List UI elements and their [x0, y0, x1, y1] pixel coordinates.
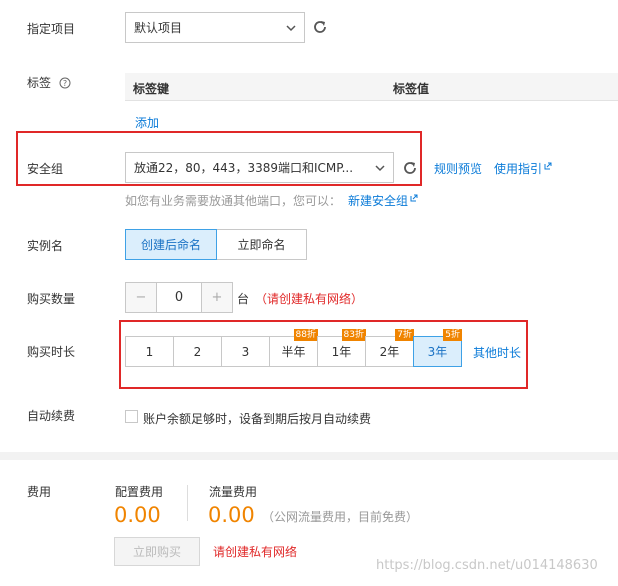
instance-name-label: 实例名: [27, 239, 64, 253]
instance-name-option-now[interactable]: 立即命名: [216, 229, 307, 260]
security-group-hint: 如您有业务需要放通其他端口，您可以：: [125, 194, 342, 208]
duration-option[interactable]: 1: [125, 336, 174, 367]
tags-label-text: 标签: [27, 76, 52, 90]
duration-options: 1 2 3 半年 88折 1年 83折 2年 7折 3年 5折: [125, 329, 462, 367]
duration-option[interactable]: 半年 88折: [269, 329, 318, 367]
quantity-label: 购买数量: [27, 292, 76, 306]
external-link-icon: [544, 162, 552, 170]
duration-option-label: 3年: [427, 345, 448, 359]
tags-label: 标签 ?: [27, 74, 71, 91]
tags-table-header: 标签键 标签值: [125, 73, 618, 101]
add-tag-link[interactable]: 添加: [135, 114, 159, 131]
duration-option[interactable]: 3: [221, 336, 270, 367]
quantity-input[interactable]: 0: [156, 282, 202, 313]
tag-key-header: 标签键: [133, 82, 170, 96]
fee-label: 费用: [27, 485, 52, 499]
rule-preview-link[interactable]: 规则预览: [434, 160, 482, 177]
instance-name-options: 创建后命名 立即命名: [125, 229, 307, 260]
duration-option-label: 3: [241, 344, 250, 359]
auto-renew-label: 自动续费: [27, 409, 76, 423]
other-duration-link[interactable]: 其他时长: [473, 344, 521, 361]
security-group-select[interactable]: 放通22，80，443，3389端口和ICMP...: [125, 152, 394, 183]
quantity-stepper: − 0 +: [125, 282, 233, 313]
discount-badge: 5折: [443, 329, 462, 341]
duration-option-label: 2年: [379, 345, 400, 359]
quantity-warning: （请创建私有网络）: [255, 292, 364, 306]
duration-option[interactable]: 2年 7折: [365, 329, 414, 367]
fee-divider: [187, 485, 188, 521]
duration-option-label: 半年: [281, 345, 306, 359]
discount-badge: 7折: [395, 329, 414, 341]
usage-guide-text: 使用指引: [494, 162, 543, 176]
create-security-group-text: 新建安全组: [348, 194, 409, 208]
auto-renew-checkbox[interactable]: [125, 410, 138, 423]
duration-option-selected[interactable]: 3年 5折: [413, 329, 462, 367]
buy-warning: 请创建私有网络: [213, 545, 298, 559]
config-fee-label: 配置费用: [115, 485, 164, 499]
watermark: https://blog.csdn.net/u014148630: [376, 558, 598, 573]
refresh-icon[interactable]: [312, 19, 328, 35]
external-link-icon: [410, 194, 418, 202]
section-divider: [0, 452, 618, 460]
security-group-label: 安全组: [27, 162, 64, 176]
duration-option-label: 1: [145, 344, 154, 359]
discount-badge: 83折: [341, 329, 366, 341]
project-select[interactable]: 默认项目: [125, 12, 305, 43]
discount-badge: 88折: [293, 329, 318, 341]
quantity-plus-button[interactable]: +: [201, 282, 233, 313]
security-group-select-value: 放通22，80，443，3389端口和ICMP...: [134, 161, 354, 175]
project-label: 指定项目: [27, 22, 76, 36]
config-fee-value: 0.00: [114, 503, 161, 527]
duration-option-label: 2: [193, 344, 202, 359]
traffic-fee-label: 流量费用: [209, 485, 258, 499]
quantity-unit: 台: [237, 292, 250, 306]
usage-guide-link[interactable]: 使用指引: [494, 160, 552, 177]
duration-option-label: 1年: [331, 345, 352, 359]
chevron-down-icon: [286, 24, 296, 31]
traffic-fee-note: （公网流量费用，目前免费）: [262, 510, 419, 524]
auto-renew-text: 账户余额足够时，设备到期后按月自动续费: [143, 412, 372, 426]
buy-now-button[interactable]: 立即购买: [114, 537, 200, 566]
quantity-minus-button[interactable]: −: [125, 282, 157, 313]
traffic-fee-value: 0.00: [208, 503, 255, 527]
help-icon[interactable]: ?: [59, 77, 71, 89]
instance-name-option-after-create[interactable]: 创建后命名: [125, 229, 217, 260]
create-security-group-link[interactable]: 新建安全组: [348, 192, 418, 209]
tag-value-header: 标签值: [393, 82, 430, 96]
chevron-down-icon: [375, 164, 385, 171]
duration-option[interactable]: 2: [173, 336, 222, 367]
svg-text:?: ?: [63, 79, 67, 88]
refresh-icon[interactable]: [402, 160, 418, 176]
duration-label: 购买时长: [27, 345, 76, 359]
duration-option[interactable]: 1年 83折: [317, 329, 366, 367]
project-select-value: 默认项目: [134, 21, 183, 35]
